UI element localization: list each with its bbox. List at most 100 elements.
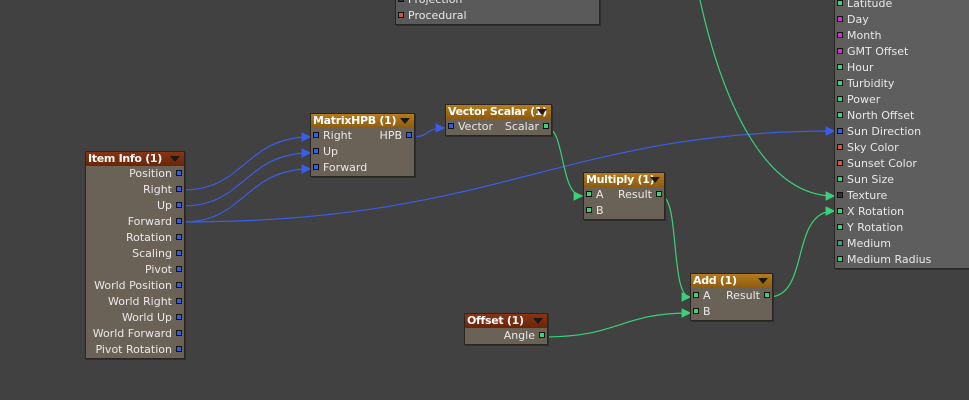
item-info-output-row: Scaling — [86, 246, 184, 262]
multiply-result-output-port[interactable] — [656, 191, 662, 197]
sunsky-input-row: Day — [835, 12, 969, 28]
sunsky-input-row: X Rotation — [835, 204, 969, 220]
sunsky-input-port[interactable] — [837, 224, 843, 230]
node-menu-arrow-icon[interactable] — [650, 177, 660, 183]
item-info-output-label: World Up — [121, 311, 172, 324]
matrix-right-label: Right — [323, 129, 352, 142]
add-a-label: A — [703, 289, 711, 302]
sunsky-input-port[interactable] — [837, 96, 843, 102]
wire-multiply-result-to-add-a — [660, 195, 692, 302]
sunsky-input-port[interactable] — [837, 48, 843, 54]
item-info-output-port[interactable] — [176, 218, 182, 224]
sunsky-input-port[interactable] — [837, 80, 843, 86]
matrix-up-label: Up — [323, 145, 339, 158]
projection-node[interactable]: Projection Procedural — [395, 0, 600, 25]
item-info-output-label: World Right — [108, 295, 172, 308]
offset-node[interactable]: Offset (1) Angle — [464, 313, 548, 345]
node-menu-arrow-icon[interactable] — [170, 156, 180, 162]
sunsky-input-row: Medium Radius — [835, 252, 969, 268]
wire-up-to-matrix-up — [182, 148, 312, 207]
item-info-output-row: Rotation — [86, 230, 184, 246]
sunsky-input-port[interactable] — [837, 32, 843, 38]
sunsky-input-port[interactable] — [837, 144, 843, 150]
sunsky-input-port[interactable] — [837, 112, 843, 118]
scalar-output-port[interactable] — [543, 123, 549, 129]
vector-scalar-node[interactable]: Vector Scalar (1) Vector Scalar — [445, 104, 552, 136]
item-info-output-port[interactable] — [176, 170, 182, 176]
matrix-right-input-port[interactable] — [313, 132, 319, 138]
item-info-output-label: Rotation — [125, 231, 172, 244]
multiply-b-row: B — [584, 203, 664, 219]
item-info-output-port[interactable] — [176, 346, 182, 352]
add-result-output-port[interactable] — [764, 292, 770, 298]
add-b-input-port[interactable] — [693, 308, 699, 314]
add-node[interactable]: Add (1) A Result B — [690, 273, 773, 321]
vector-scalar-row: Vector Scalar — [446, 119, 551, 135]
multiply-b-input-port[interactable] — [586, 207, 592, 213]
sunsky-input-port[interactable] — [837, 64, 843, 70]
node-menu-arrow-icon[interactable] — [537, 109, 547, 115]
vector-input-port[interactable] — [448, 123, 454, 129]
item-info-output-port[interactable] — [176, 282, 182, 288]
sunsky-input-row: Month — [835, 28, 969, 44]
projection-port[interactable] — [398, 0, 404, 2]
add-a-row: A Result — [691, 288, 772, 304]
item-info-output-label: Pivot Rotation — [95, 343, 172, 356]
node-menu-arrow-icon[interactable] — [533, 318, 543, 324]
multiply-node[interactable]: Multiply (1) A Result B — [583, 172, 665, 220]
sunsky-input-port[interactable] — [837, 176, 843, 182]
matrix-up-input-port[interactable] — [313, 148, 319, 154]
offset-header[interactable]: Offset (1) — [465, 314, 547, 328]
sunsky-input-port[interactable] — [837, 240, 843, 246]
item-info-output-row: Pivot — [86, 262, 184, 278]
matrix-forward-input-port[interactable] — [313, 164, 319, 170]
wire-hpb-to-vector — [411, 123, 446, 138]
item-info-output-row: World Up — [86, 310, 184, 326]
multiply-header[interactable]: Multiply (1) — [584, 173, 664, 187]
wire-scalar-to-multiply-a — [546, 127, 584, 201]
sunsky-input-port[interactable] — [837, 208, 843, 214]
item-info-output-port[interactable] — [176, 186, 182, 192]
item-info-output-port[interactable] — [176, 298, 182, 304]
scalar-label: Scalar — [504, 120, 539, 133]
sunsky-input-port[interactable] — [837, 160, 843, 166]
sunsky-input-port[interactable] — [837, 128, 843, 134]
angle-output-port[interactable] — [539, 332, 545, 338]
multiply-a-input-port[interactable] — [586, 191, 592, 197]
matrix-hpb-output-port[interactable] — [406, 132, 412, 138]
matrix-hpb-node[interactable]: MatrixHPB (1) Right HPB Up Forward — [310, 113, 415, 177]
node-menu-arrow-icon[interactable] — [400, 118, 410, 124]
sunsky-input-row: Hour — [835, 60, 969, 76]
item-info-output-port[interactable] — [176, 250, 182, 256]
matrix-hpb-title: MatrixHPB (1) — [313, 114, 397, 127]
item-info-output-row: Right — [86, 182, 184, 198]
item-info-output-port[interactable] — [176, 266, 182, 272]
vector-scalar-header[interactable]: Vector Scalar (1) — [446, 105, 551, 119]
item-info-output-port[interactable] — [176, 314, 182, 320]
sunsky-input-label: Medium — [847, 237, 891, 250]
sunsky-input-port[interactable] — [837, 0, 843, 6]
sunsky-input-label: X Rotation — [847, 205, 905, 218]
node-menu-arrow-icon[interactable] — [758, 278, 768, 284]
sunsky-input-row: North Offset — [835, 108, 969, 124]
matrix-hpb-output-label: HPB — [379, 129, 402, 142]
multiply-a-row: A Result — [584, 187, 664, 203]
item-info-header[interactable]: Item Info (1) — [86, 152, 184, 166]
sunsky-input-port[interactable] — [837, 256, 843, 262]
matrix-hpb-header[interactable]: MatrixHPB (1) — [311, 114, 414, 128]
item-info-output-row: Pivot Rotation — [86, 342, 184, 358]
projection-row: Projection — [396, 0, 599, 8]
sunsky-input-port[interactable] — [837, 16, 843, 22]
procedural-port[interactable] — [398, 12, 404, 18]
item-info-output-port[interactable] — [176, 234, 182, 240]
sunsky-input-port[interactable] — [837, 192, 843, 198]
sunsky-input-row: Sunset Color — [835, 156, 969, 172]
matrix-forward-row: Forward — [311, 160, 414, 176]
item-info-node[interactable]: Item Info (1) Position Right Up Forward Rota… — [85, 151, 185, 359]
add-header[interactable]: Add (1) — [691, 274, 772, 288]
sunsky-input-label: Day — [847, 13, 869, 26]
item-info-output-port[interactable] — [176, 202, 182, 208]
sunsky-node[interactable]: Latitude Day Month GMT Offset Hour Turbidity P… — [834, 0, 969, 269]
add-a-input-port[interactable] — [693, 292, 699, 298]
item-info-output-port[interactable] — [176, 330, 182, 336]
